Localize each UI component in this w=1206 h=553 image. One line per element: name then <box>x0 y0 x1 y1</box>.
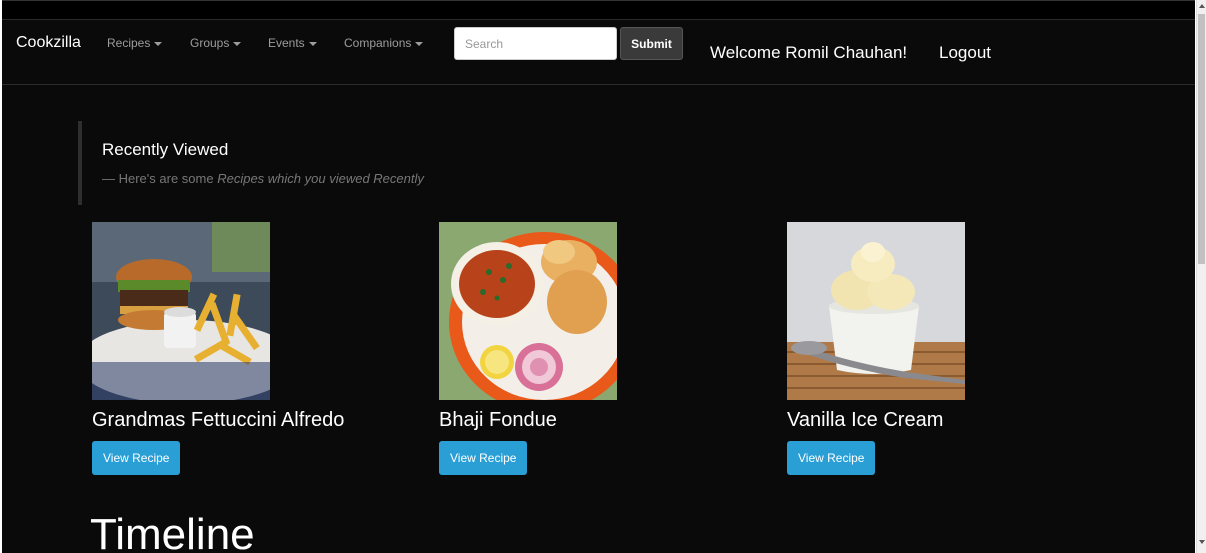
view-recipe-button[interactable]: View Recipe <box>787 441 876 475</box>
groups-menu-label: Groups <box>190 36 230 50</box>
caret-down-icon <box>154 41 163 46</box>
vanilla-ice-cream-photo <box>787 222 965 400</box>
view-recipe-button[interactable]: View Recipe <box>92 441 181 475</box>
subtitle-prefix: — Here's are some <box>102 171 214 186</box>
subtitle-emphasis: Recipes which you viewed Recently <box>217 171 424 186</box>
companions-menu-label: Companions <box>344 36 412 50</box>
recently-viewed-blockquote: Recently Viewed — Here's are some Recipe… <box>78 121 578 205</box>
brand-link[interactable]: Cookzilla <box>16 34 81 52</box>
caret-down-icon <box>233 41 242 46</box>
timeline-heading: Timeline <box>90 510 255 553</box>
search-input[interactable] <box>454 27 617 60</box>
scrollbar-thumb[interactable] <box>1198 14 1205 264</box>
scroll-down-arrow-icon[interactable] <box>1199 540 1205 544</box>
top-strip <box>2 0 1195 19</box>
main-content: Recently Viewed — Here's are some Recipe… <box>2 85 1195 553</box>
welcome-message: Welcome Romil Chauhan! <box>710 43 908 62</box>
recently-viewed-title: Recently Viewed <box>102 140 229 159</box>
events-menu-label: Events <box>268 36 305 50</box>
vertical-scrollbar[interactable] <box>1196 0 1206 553</box>
burger-and-fries-photo <box>92 222 270 400</box>
recipes-menu-label: Recipes <box>107 36 151 50</box>
submit-button[interactable]: Submit <box>620 27 683 60</box>
browser-viewport: Cookzilla Recipes Groups Events Companio… <box>0 0 1206 553</box>
groups-menu[interactable]: Groups <box>190 36 242 50</box>
scroll-up-arrow-icon[interactable] <box>1199 4 1205 8</box>
caret-down-icon <box>308 41 317 46</box>
companions-menu[interactable]: Companions <box>344 36 424 50</box>
recipe-title: Vanilla Ice Cream <box>787 409 944 431</box>
recipe-image[interactable] <box>787 222 965 400</box>
recipe-image[interactable] <box>92 222 270 400</box>
caret-down-icon <box>415 41 424 46</box>
recipe-image[interactable] <box>439 222 617 400</box>
pav-bhaji-photo <box>439 222 617 400</box>
events-menu[interactable]: Events <box>268 36 317 50</box>
view-recipe-button[interactable]: View Recipe <box>439 441 528 475</box>
logout-link[interactable]: Logout <box>939 43 991 63</box>
recently-viewed-subtitle: — Here's are some Recipes which you view… <box>102 171 424 186</box>
navbar: Cookzilla Recipes Groups Events Companio… <box>2 19 1195 85</box>
recipe-title: Grandmas Fettuccini Alfredo <box>92 409 345 431</box>
recipes-menu[interactable]: Recipes <box>107 36 163 50</box>
recipe-title: Bhaji Fondue <box>439 409 557 431</box>
